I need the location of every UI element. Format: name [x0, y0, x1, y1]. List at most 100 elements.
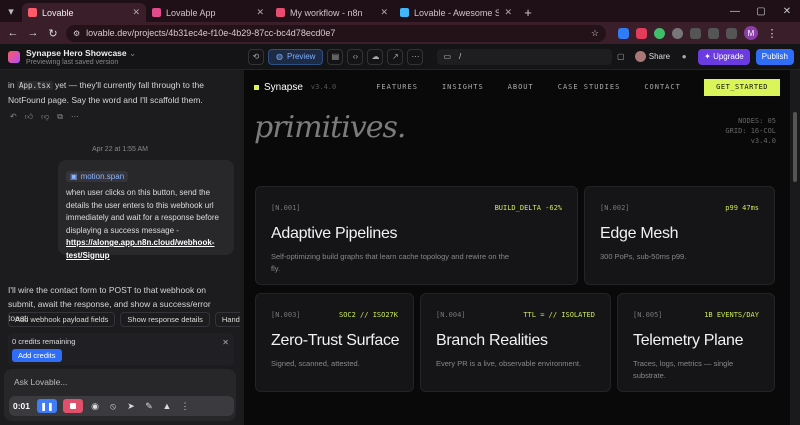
meta-grid: GRID: 16-COL: [725, 127, 776, 135]
menu-kebab-icon[interactable]: ⋮: [765, 27, 779, 40]
nav-link-insights[interactable]: INSIGHTS: [442, 83, 484, 91]
element-chip[interactable]: ▣ motion.span: [66, 171, 129, 182]
code-icon[interactable]: ‹›: [347, 48, 364, 65]
chat-input[interactable]: Ask Lovable... 0:01 ❚❚ ◉ ⦸ ➤ ✎ ▲ ⋮: [4, 369, 236, 421]
card-id: [N.004]: [436, 311, 466, 319]
avatar: [634, 51, 646, 62]
close-icon[interactable]: ✕: [504, 7, 512, 18]
close-icon[interactable]: ✕: [256, 7, 264, 18]
site-brand[interactable]: Synapse: [254, 82, 303, 93]
card-desc: Signed, scanned, attested.: [271, 359, 360, 368]
nav-link-about[interactable]: ABOUT: [508, 83, 534, 91]
github-icon[interactable]: [672, 27, 683, 39]
tab-n8n[interactable]: My workflow - n8n ✕: [270, 3, 394, 22]
card-desc: Every PR is a live, observable environme…: [436, 359, 582, 368]
highlighter-icon[interactable]: ▲: [161, 401, 173, 411]
feature-card: [N.003] SOC2 // ISO27K Zero-Trust Surfac…: [255, 293, 414, 392]
user-message: ▣ motion.span when user clicks on this bu…: [58, 160, 234, 260]
suggestion-button[interactable]: Show response details: [120, 312, 210, 327]
tab-lovable-app[interactable]: Lovable App ✕: [146, 3, 270, 22]
more-icon[interactable]: ⋯: [407, 48, 424, 65]
files-icon[interactable]: ▤: [327, 48, 344, 65]
close-icon[interactable]: ✕: [380, 7, 388, 18]
history-icon[interactable]: ⟲: [248, 48, 264, 65]
preview-label: Preview: [286, 52, 316, 61]
tab-awesome-screenshot[interactable]: Lovable - Awesome Screenshot ✕: [394, 3, 518, 22]
undo-icon[interactable]: ↶: [10, 112, 17, 122]
publish-button[interactable]: Publish: [755, 48, 794, 65]
bookmark-star-icon[interactable]: ☆: [591, 28, 599, 39]
close-icon[interactable]: ✕: [132, 7, 140, 18]
pointer-icon[interactable]: ➤: [125, 401, 137, 412]
device-icon[interactable]: ▭: [443, 52, 451, 61]
suggestion-button[interactable]: Add webhook payload fields: [8, 312, 116, 327]
card-id: [N.005]: [633, 311, 663, 319]
mic-off-icon[interactable]: ◉: [89, 401, 101, 412]
card-desc: Self-optimizing build graphs that learn …: [271, 252, 510, 273]
add-credits-button[interactable]: Add credits: [12, 349, 62, 362]
webhook-link[interactable]: https://alonge.app.n8n.cloud/webhook-tes…: [66, 238, 214, 260]
upgrade-button[interactable]: ✦ Upgrade: [698, 48, 750, 65]
nav-link-case-studies[interactable]: CASE STUDIES: [558, 83, 621, 91]
close-icon[interactable]: ✕: [222, 338, 229, 347]
card-tag: p99 47ms: [725, 204, 759, 212]
screenshot-extension-icon[interactable]: [636, 27, 647, 39]
pen-icon[interactable]: ✎: [143, 401, 155, 412]
sidepanel-icon[interactable]: [726, 27, 737, 39]
preview-scrollbar[interactable]: [790, 70, 800, 425]
close-window-icon[interactable]: ✕: [774, 0, 800, 22]
tab-title: Lovable - Awesome Screenshot: [414, 7, 500, 18]
route-text: /: [459, 52, 462, 61]
share-button[interactable]: Share: [634, 51, 671, 62]
card-id: [N.001]: [271, 204, 301, 212]
feature-card: [N.005] 1B EVENTS/DAY Telemetry Plane Tr…: [617, 293, 775, 392]
back-icon[interactable]: ←: [6, 27, 20, 39]
lovable-favicon-icon: [28, 8, 37, 17]
nav-link-features[interactable]: FEATURES: [376, 83, 418, 91]
extension-icon[interactable]: [618, 27, 629, 39]
suggestion-button[interactable]: Handle: [214, 312, 240, 327]
copy-icon[interactable]: ⧉: [57, 112, 63, 122]
chip-label: motion.span: [80, 172, 125, 181]
tab-search-icon[interactable]: ▾: [0, 0, 22, 22]
tab-lovable[interactable]: Lovable ✕: [22, 3, 146, 22]
project-menu[interactable]: Synapse Hero Showcase ⌄ Previewing last …: [0, 48, 240, 66]
card-id: [N.003]: [271, 311, 301, 319]
extensions-puzzle-icon[interactable]: [708, 27, 719, 39]
hero-heading: primitives.: [254, 110, 406, 145]
thumbs-down-icon[interactable]: 👎︎: [41, 112, 49, 122]
card-title: Zero-Trust Surface: [271, 332, 400, 349]
analytics-icon[interactable]: ↗: [387, 48, 404, 65]
chat-icon[interactable]: ▢: [613, 49, 629, 65]
share-label: Share: [648, 52, 671, 61]
site-info-icon[interactable]: ⚙: [73, 29, 80, 38]
more-icon[interactable]: ⋯: [71, 112, 79, 122]
card-desc: 300 PoPs, sub-50ms p99.: [600, 252, 687, 261]
site-nav: Synapse v3.4.0 FEATURES INSIGHTS ABOUT C…: [244, 70, 790, 104]
brand-mark-icon: [254, 84, 259, 90]
route-input[interactable]: ▭ /: [437, 48, 613, 65]
url-bar[interactable]: ⚙ lovable.dev/projects/4b31ec4e-f10e-4b2…: [66, 24, 606, 42]
reload-icon[interactable]: ↻: [46, 27, 60, 40]
profile-avatar[interactable]: M: [744, 26, 758, 40]
maximize-icon[interactable]: ▢: [748, 0, 774, 22]
stop-button[interactable]: [63, 399, 83, 413]
extension-icon[interactable]: [654, 27, 665, 39]
get-started-button[interactable]: GET_STARTED: [704, 78, 780, 96]
camera-icon[interactable]: [690, 27, 701, 39]
video-off-icon[interactable]: ⦸: [107, 401, 119, 412]
project-name: Synapse Hero Showcase: [26, 47, 127, 58]
message-actions: ↶ 👍︎ 👎︎ ⧉ ⋯: [10, 112, 79, 122]
new-tab-button[interactable]: +: [518, 3, 538, 22]
nav-link-contact[interactable]: CONTACT: [644, 83, 681, 91]
cloud-icon[interactable]: ☁: [367, 48, 384, 65]
minimize-icon[interactable]: —: [722, 0, 748, 22]
github-icon[interactable]: ●: [676, 49, 692, 65]
pause-button[interactable]: ❚❚: [37, 399, 57, 413]
feature-card: [N.001] BUILD_DELTA -62% Adaptive Pipeli…: [255, 186, 578, 285]
preview-button[interactable]: ◍ Preview: [268, 48, 324, 65]
forward-icon[interactable]: →: [26, 27, 40, 39]
more-icon[interactable]: ⋮: [179, 401, 191, 412]
thumbs-up-icon[interactable]: 👍︎: [25, 112, 33, 122]
assistant-message: in App.tsx yet — they'll currently fall …: [8, 78, 233, 107]
